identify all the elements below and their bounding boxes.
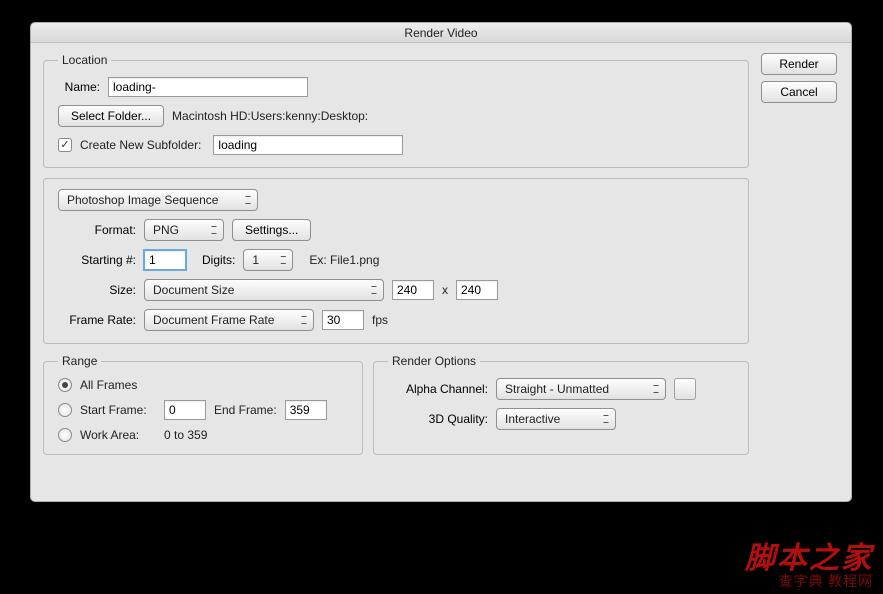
watermark-line1: 脚本之家: [745, 542, 873, 575]
digits-select[interactable]: 1: [243, 249, 293, 271]
starting-label: Starting #:: [58, 253, 136, 267]
start-frame-input[interactable]: [164, 400, 206, 420]
starting-number-input[interactable]: [144, 250, 186, 270]
all-frames-radio[interactable]: [58, 378, 72, 392]
output-group: Photoshop Image Sequence Format: PNG Set…: [43, 178, 749, 344]
range-group: Range All Frames Start Frame: End Frame:: [43, 354, 363, 455]
watermark: 脚本之家 查字典 教程网: [745, 542, 873, 590]
quality-label: 3D Quality:: [388, 412, 488, 426]
folder-path: Macintosh HD:Users:kenny:Desktop:: [172, 109, 368, 123]
all-frames-label: All Frames: [80, 378, 137, 392]
framerate-label: Frame Rate:: [58, 313, 136, 327]
start-frame-label: Start Frame:: [80, 403, 156, 417]
format-label: Format:: [58, 223, 136, 237]
name-input[interactable]: [108, 77, 308, 97]
height-input[interactable]: [456, 280, 498, 300]
size-label: Size:: [58, 283, 136, 297]
watermark-line2: 查字典 教程网: [745, 575, 873, 590]
create-subfolder-label: Create New Subfolder:: [80, 138, 201, 152]
alpha-channel-select[interactable]: Straight - Unmatted: [496, 378, 666, 400]
size-select[interactable]: Document Size: [144, 279, 384, 301]
create-subfolder-checkbox[interactable]: [58, 138, 72, 152]
framerate-select[interactable]: Document Frame Rate: [144, 309, 314, 331]
work-area-label: Work Area:: [80, 428, 156, 442]
size-separator: x: [442, 283, 448, 297]
render-options-group: Render Options Alpha Channel: Straight -…: [373, 354, 749, 455]
sequence-type-select[interactable]: Photoshop Image Sequence: [58, 189, 258, 211]
dialog-body: Location Name: Select Folder... Macintos…: [31, 43, 851, 465]
filename-example: Ex: File1.png: [309, 253, 379, 267]
location-group: Location Name: Select Folder... Macintos…: [43, 53, 749, 168]
fps-input[interactable]: [322, 310, 364, 330]
width-input[interactable]: [392, 280, 434, 300]
alpha-color-swatch[interactable]: [674, 378, 696, 400]
subfolder-input[interactable]: [213, 135, 403, 155]
end-frame-input[interactable]: [285, 400, 327, 420]
work-area-range: 0 to 359: [164, 428, 207, 442]
render-options-legend: Render Options: [388, 354, 480, 368]
end-frame-label: End Frame:: [214, 403, 277, 417]
render-video-dialog: Render Video Location Name: Select Folde…: [30, 22, 852, 502]
format-select[interactable]: PNG: [144, 219, 224, 241]
range-legend: Range: [58, 354, 101, 368]
start-frame-radio[interactable]: [58, 403, 72, 417]
render-button[interactable]: Render: [761, 53, 837, 75]
name-label: Name:: [58, 80, 100, 94]
window-title: Render Video: [31, 23, 851, 43]
cancel-button[interactable]: Cancel: [761, 81, 837, 103]
alpha-channel-label: Alpha Channel:: [388, 382, 488, 396]
location-legend: Location: [58, 53, 111, 67]
select-folder-button[interactable]: Select Folder...: [58, 105, 164, 127]
work-area-radio[interactable]: [58, 428, 72, 442]
quality-select[interactable]: Interactive: [496, 408, 616, 430]
fps-label: fps: [372, 313, 388, 327]
digits-label: Digits:: [202, 253, 235, 267]
settings-button[interactable]: Settings...: [232, 219, 311, 241]
